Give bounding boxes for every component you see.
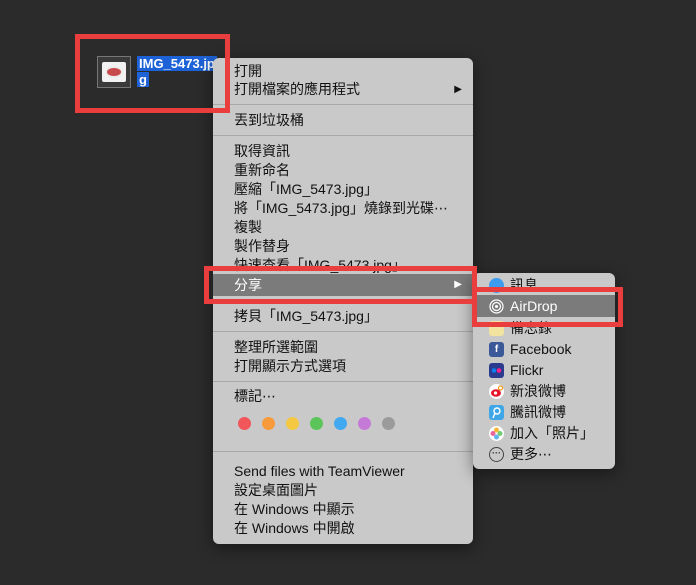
share-item-airdrop[interactable]: AirDrop [473,295,615,317]
notes-icon [489,321,504,336]
desktop: IMG_5473.jp g 打開 打開檔案的應用程式 ▶ 丟到垃圾桶 取得資訊 … [0,0,696,585]
menu-item-open[interactable]: 打開 [213,62,473,81]
menu-separator [213,135,473,136]
file-thumbnail-icon[interactable] [97,56,133,90]
share-item-airdrop-label: AirDrop [510,298,558,314]
share-item-tencent-weibo[interactable]: 騰訊微博 [473,402,615,422]
tencent-weibo-icon [489,405,504,420]
tag-yellow-dot[interactable] [286,417,299,430]
share-item-add-to-photos-label: 加入「照片」 [510,425,594,441]
menu-item-get-info[interactable]: 取得資訊 [213,142,473,161]
share-item-flickr[interactable]: Flickr [473,360,615,380]
tag-purple-dot[interactable] [358,417,371,430]
file-name-line1: IMG_5473.jp [137,56,217,71]
share-item-facebook[interactable]: f Facebook [473,339,615,359]
share-item-messages-label: 訊息 [510,277,538,293]
tag-green-dot[interactable] [310,417,323,430]
menu-separator [213,104,473,105]
sina-weibo-icon [489,384,504,399]
share-item-flickr-label: Flickr [510,362,544,378]
tag-gray-dot[interactable] [382,417,395,430]
menu-item-view-options[interactable]: 打開顯示方式選項 [213,357,473,376]
menu-item-share-label: 分享 [234,277,262,293]
tag-blue-dot[interactable] [334,417,347,430]
menu-item-open-with[interactable]: 打開檔案的應用程式 ▶ [213,80,473,99]
share-submenu: 訊息 AirDrop 備忘錄 f Facebook Flickr 新浪微博 騰訊… [473,273,615,469]
share-item-sina-weibo-label: 新浪微博 [510,383,566,399]
submenu-arrow-icon: ▶ [454,84,462,95]
share-item-notes[interactable]: 備忘錄 [473,318,615,338]
menu-item-copy[interactable]: 拷貝「IMG_5473.jpg」 [213,307,473,326]
context-menu: 打開 打開檔案的應用程式 ▶ 丟到垃圾桶 取得資訊 重新命名 壓縮「IMG_54… [213,58,473,544]
tag-orange-dot[interactable] [262,417,275,430]
share-item-facebook-label: Facebook [510,341,572,357]
share-item-tencent-weibo-label: 騰訊微博 [510,404,566,420]
messages-icon [489,278,504,293]
submenu-arrow-icon: ▶ [454,279,462,290]
share-item-sina-weibo[interactable]: 新浪微博 [473,381,615,401]
menu-item-quick-look[interactable]: 快速查看「IMG_5473.jpg」 [213,256,473,275]
menu-item-open-in-windows[interactable]: 在 Windows 中開啟 [213,519,473,538]
share-item-more[interactable]: ··· 更多⋯ [473,444,615,464]
flickr-icon [489,363,504,378]
menu-item-compress[interactable]: 壓縮「IMG_5473.jpg」 [213,180,473,199]
menu-separator [213,299,473,300]
menu-separator [213,451,473,452]
airdrop-icon [489,299,504,314]
share-item-notes-label: 備忘錄 [510,320,552,336]
file-name-label[interactable]: IMG_5473.jp g [137,56,217,88]
menu-item-teamviewer[interactable]: Send files with TeamViewer [213,462,473,481]
menu-item-burn[interactable]: 將「IMG_5473.jpg」燒錄到光碟⋯ [213,199,473,218]
menu-item-show-in-windows[interactable]: 在 Windows 中顯示 [213,500,473,519]
menu-item-rename[interactable]: 重新命名 [213,161,473,180]
menu-item-move-to-trash[interactable]: 丟到垃圾桶 [213,111,473,130]
menu-separator [213,381,473,382]
file-name-line2: g [137,72,149,87]
menu-item-open-with-label: 打開檔案的應用程式 [234,81,360,97]
menu-item-duplicate[interactable]: 複製 [213,218,473,237]
menu-item-make-alias[interactable]: 製作替身 [213,237,473,256]
more-icon: ··· [489,447,504,462]
menu-separator [213,331,473,332]
share-item-add-to-photos[interactable]: 加入「照片」 [473,423,615,443]
facebook-icon: f [489,342,504,357]
share-item-more-label: 更多⋯ [510,446,552,462]
tag-red-dot[interactable] [238,417,251,430]
photos-icon [489,426,504,441]
menu-item-tags[interactable]: 標記⋯ [213,387,473,406]
menu-item-clean-up[interactable]: 整理所選範圍 [213,338,473,357]
menu-item-share[interactable]: 分享 ▶ [213,274,473,296]
share-item-messages[interactable]: 訊息 [473,275,615,295]
menu-item-set-desktop[interactable]: 設定桌面圖片 [213,481,473,500]
